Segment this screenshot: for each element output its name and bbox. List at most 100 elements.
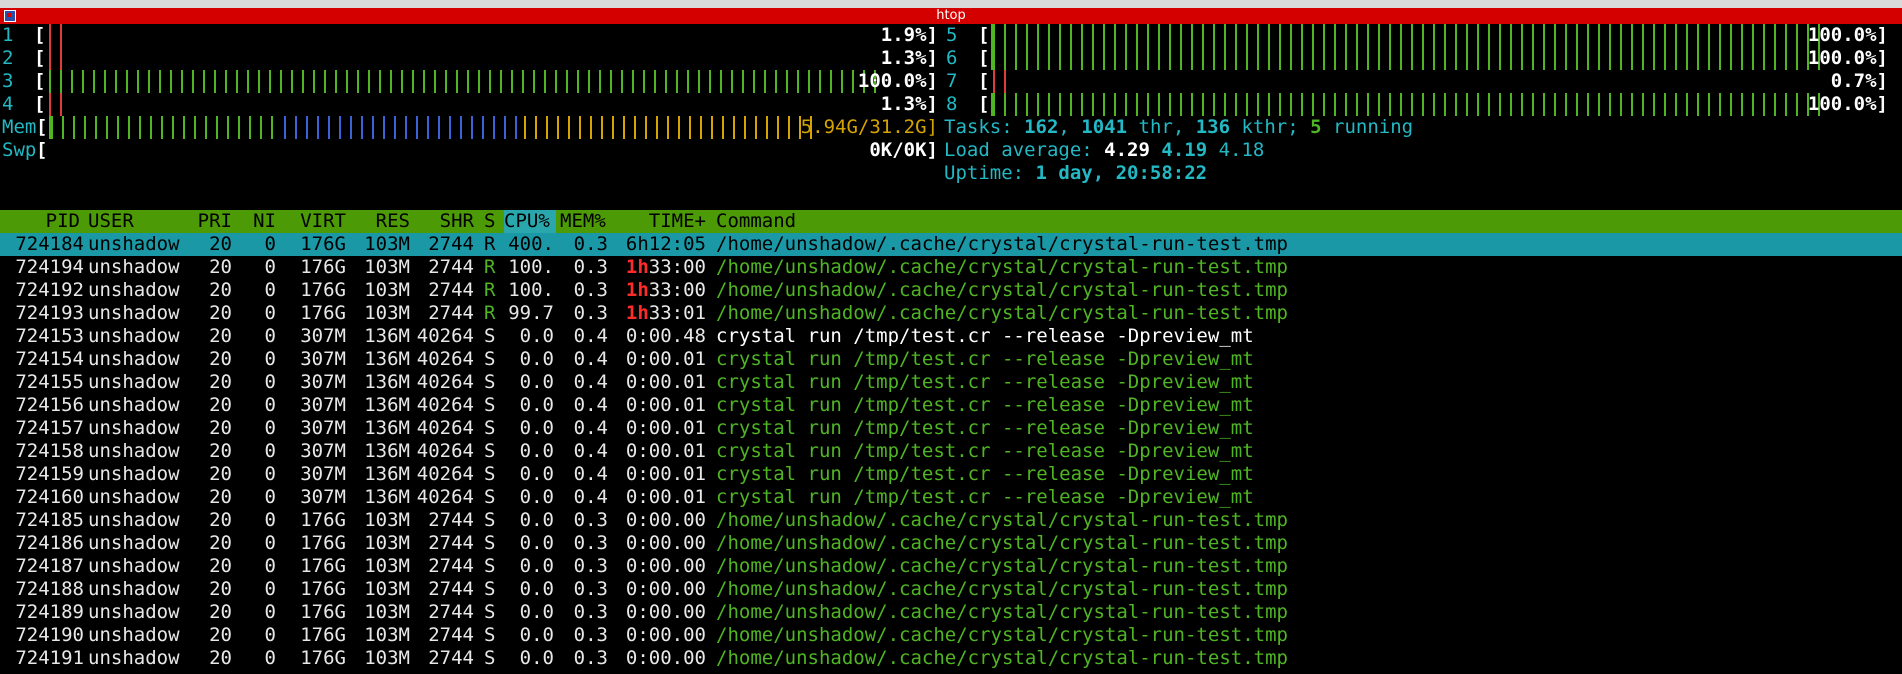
table-row[interactable]: 724192 unshadow 20 0 176G 103M 2744 R 100. 0.3 1h3… bbox=[0, 279, 1902, 302]
table-row[interactable]: 724190 unshadow 20 0 176G 103M 2744 S 0.0 0.3 0:00… bbox=[0, 624, 1902, 647]
table-row[interactable]: 724186 unshadow 20 0 176G 103M 2744 S 0.0 0.3 0:00… bbox=[0, 532, 1902, 555]
column-header-ni[interactable]: NI bbox=[244, 210, 276, 233]
load-average-label: Load average: bbox=[944, 139, 1105, 161]
user-cell: unshadow bbox=[88, 463, 180, 485]
column-header-mem[interactable]: MEM% bbox=[560, 210, 610, 233]
table-row[interactable]: 724189 unshadow 20 0 176G 103M 2744 S 0.0 0.3 0:00… bbox=[0, 601, 1902, 624]
column-header-virt[interactable]: VIRT bbox=[286, 210, 346, 233]
process-row-selected[interactable]: 724184 unshadow 20 0 176G 103M 2744 R 400. 0.3 6h1… bbox=[0, 233, 1902, 256]
shr-cell: 2744 bbox=[428, 509, 474, 531]
pid-cell: 724155 bbox=[15, 371, 84, 393]
uptime-value: 1 day, 20:58:22 bbox=[1035, 162, 1208, 184]
mem-percent-cell: 0.4 bbox=[573, 371, 608, 393]
column-header-command[interactable]: Command bbox=[716, 210, 796, 233]
table-row[interactable]: 724156 unshadow 20 0 307M 136M 40264 S 0.0 0.4 0:0… bbox=[0, 394, 1902, 417]
mem-percent-cell: 0.4 bbox=[573, 325, 608, 347]
column-header-user[interactable]: USER bbox=[88, 210, 208, 233]
nice-cell: 0 bbox=[264, 486, 276, 508]
pid-cell: 724187 bbox=[15, 555, 84, 577]
cpu-percent-cell: 0.0 bbox=[519, 509, 554, 531]
command-cell: crystal run /tmp/test.cr --release -Dpre… bbox=[716, 486, 1254, 508]
virt-cell: 307M bbox=[300, 371, 346, 393]
cpu-meter-7: 7 [0.7%] bbox=[944, 70, 1890, 93]
table-row[interactable]: 724185 unshadow 20 0 176G 103M 2744 S 0.0 0.3 0:00… bbox=[0, 509, 1902, 532]
table-row[interactable]: 724191 unshadow 20 0 176G 103M 2744 S 0.0 0.3 0:00… bbox=[0, 647, 1902, 670]
cpu-meter-1: 1 [1.9%] bbox=[0, 24, 940, 47]
table-row[interactable]: 724155 unshadow 20 0 307M 136M 40264 S 0.0 0.4 0:0… bbox=[0, 371, 1902, 394]
mem-percent-cell: 0.3 bbox=[573, 601, 608, 623]
meters-area: 1[1.9%] 2[1.3%] 3[100.0%] 4[1.3%] Mem[5.94G/… bbox=[0, 24, 1902, 186]
memory-meter-label: Mem bbox=[2, 116, 37, 138]
state-cell: S bbox=[484, 578, 496, 600]
table-row[interactable]: 724157 unshadow 20 0 307M 136M 40264 S 0.0 0.4 0:0… bbox=[0, 417, 1902, 440]
tasks-summary: Tasks: 162, 1041 thr, 136 kthr; 5 runnin… bbox=[944, 116, 1890, 139]
shr-cell: 40264 bbox=[416, 463, 474, 485]
command-cell: crystal run /tmp/test.cr --release -Dpre… bbox=[716, 348, 1254, 370]
table-row[interactable]: 724160 unshadow 20 0 307M 136M 40264 S 0.0 0.4 0:0… bbox=[0, 486, 1902, 509]
nice-cell: 0 bbox=[264, 417, 276, 439]
command-cell: /home/unshadow/.cache/crystal/crystal-ru… bbox=[716, 279, 1288, 301]
priority-cell: 20 bbox=[209, 348, 232, 370]
column-header-time[interactable]: TIME+ bbox=[618, 210, 706, 233]
column-header-state[interactable]: S bbox=[484, 210, 498, 233]
priority-cell: 20 bbox=[209, 555, 232, 577]
res-cell: 103M bbox=[364, 302, 410, 324]
shr-cell: 40264 bbox=[416, 417, 474, 439]
virt-cell: 176G bbox=[300, 233, 346, 255]
nice-cell: 0 bbox=[264, 279, 276, 301]
virt-cell: 176G bbox=[300, 279, 346, 301]
cpu-percent-cell: 0.0 bbox=[519, 578, 554, 600]
table-row[interactable]: 724193 unshadow 20 0 176G 103M 2744 R 99.7 0.3 1h3… bbox=[0, 302, 1902, 325]
cpu-meter-value: 1.9%] bbox=[880, 24, 938, 46]
user-cell: unshadow bbox=[88, 578, 180, 600]
cpu-meter-4: 4 [1.3%] bbox=[0, 93, 940, 116]
cpu-percent-cell: 0.0 bbox=[519, 647, 554, 669]
cpu-percent-cell: 100. bbox=[508, 279, 554, 301]
tasks-count: 162 bbox=[1024, 116, 1059, 138]
threads-count: 1041 bbox=[1081, 116, 1128, 138]
column-header-cpu[interactable]: CPU% bbox=[504, 210, 556, 233]
cpu-percent-cell: 0.0 bbox=[519, 601, 554, 623]
shr-cell: 2744 bbox=[428, 233, 474, 255]
state-cell: R bbox=[484, 256, 496, 278]
user-cell: unshadow bbox=[88, 440, 180, 462]
priority-cell: 20 bbox=[209, 417, 232, 439]
user-cell: unshadow bbox=[88, 348, 180, 370]
htop-screen: 1[1.9%] 2[1.3%] 3[100.0%] 4[1.3%] Mem[5.94G/… bbox=[0, 24, 1902, 669]
time-cell: 0:00.01 bbox=[618, 394, 706, 417]
column-header-res[interactable]: RES bbox=[356, 210, 410, 233]
memory-meter-value: 5.94G/31.2G] bbox=[800, 116, 938, 138]
command-cell: crystal run /tmp/test.cr --release -Dpre… bbox=[716, 463, 1254, 485]
window-titlebar[interactable]: htop bbox=[0, 8, 1902, 24]
meter-open-bracket: [ bbox=[34, 24, 46, 46]
column-header-pid[interactable]: PID bbox=[0, 210, 80, 233]
pid-cell: 724184 bbox=[15, 233, 84, 255]
table-row[interactable]: 724158 unshadow 20 0 307M 136M 40264 S 0.0 0.4 0:0… bbox=[0, 440, 1902, 463]
time-value: 0:00.01 bbox=[625, 348, 706, 370]
time-value: 0:00.00 bbox=[625, 601, 706, 623]
table-row[interactable]: 724188 unshadow 20 0 176G 103M 2744 S 0.0 0.3 0:00… bbox=[0, 578, 1902, 601]
memory-used-fill bbox=[47, 116, 280, 139]
nice-cell: 0 bbox=[264, 233, 276, 255]
column-header-shr[interactable]: SHR bbox=[410, 210, 474, 233]
time-cell: 0:00.00 bbox=[618, 532, 706, 555]
user-cell: unshadow bbox=[88, 624, 180, 646]
priority-cell: 20 bbox=[209, 302, 232, 324]
time-cell: 6h12:05 bbox=[618, 233, 706, 256]
meter-open-bracket: [ bbox=[34, 70, 46, 92]
time-cell: 0:00.01 bbox=[618, 417, 706, 440]
cpu-meter-label: 8 bbox=[946, 93, 958, 115]
cpu-meter-bar: 100.0%] bbox=[45, 70, 940, 93]
user-cell: unshadow bbox=[88, 325, 180, 347]
time-value: 0:00.01 bbox=[625, 417, 706, 439]
table-row[interactable]: 724153 unshadow 20 0 307M 136M 40264 S 0.0 0.4 0:0… bbox=[0, 325, 1902, 348]
table-row[interactable]: 724159 unshadow 20 0 307M 136M 40264 S 0.0 0.4 0:0… bbox=[0, 463, 1902, 486]
terminal-app-icon[interactable] bbox=[4, 10, 16, 22]
table-row[interactable]: 724187 unshadow 20 0 176G 103M 2744 S 0.0 0.3 0:00… bbox=[0, 555, 1902, 578]
time-cell: 0:00.01 bbox=[618, 463, 706, 486]
column-header-pri[interactable]: PRI bbox=[194, 210, 232, 233]
cpu-percent-cell: 0.0 bbox=[519, 463, 554, 485]
table-row[interactable]: 724154 unshadow 20 0 307M 136M 40264 S 0.0 0.4 0:0… bbox=[0, 348, 1902, 371]
table-row[interactable]: 724194 unshadow 20 0 176G 103M 2744 R 100. 0.3 1h3… bbox=[0, 256, 1902, 279]
user-cell: unshadow bbox=[88, 279, 180, 301]
